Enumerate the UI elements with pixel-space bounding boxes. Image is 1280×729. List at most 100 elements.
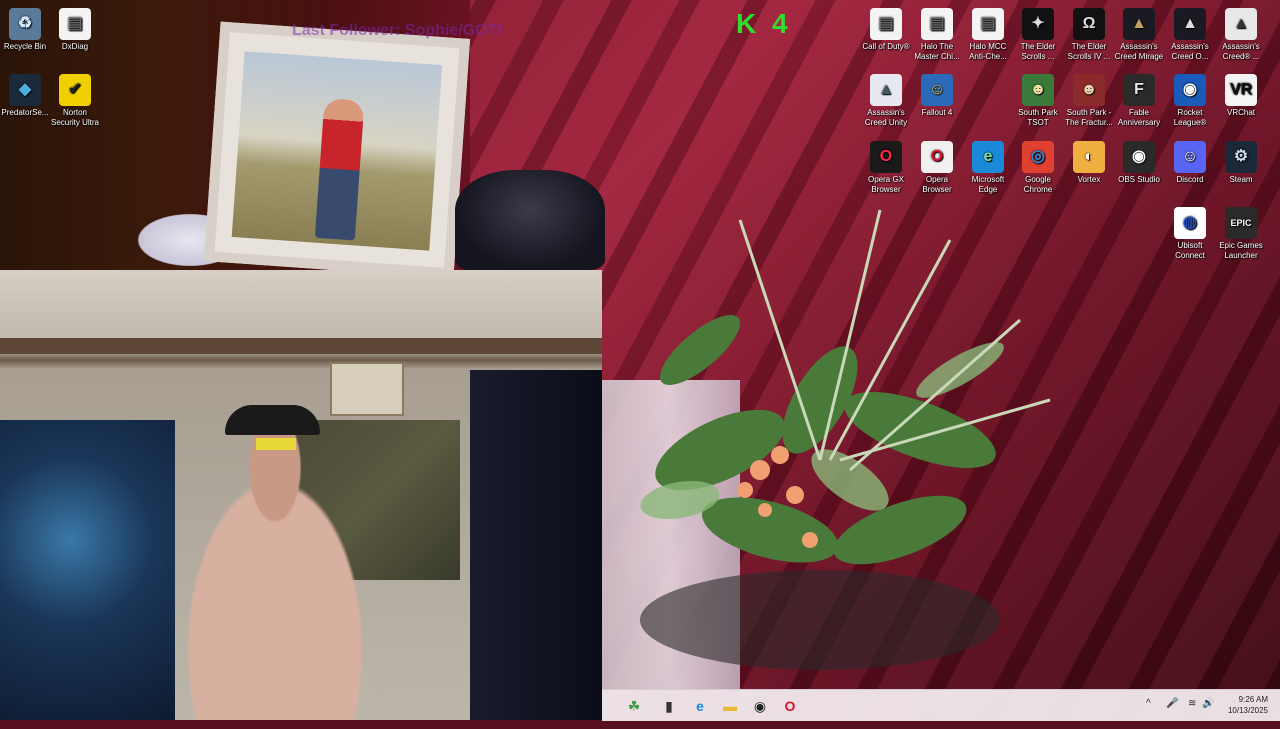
taskbar: ☘ ▮ e ▬ ◉ O ^ 🎤 ≋ 🔊 9:26 AM 10/13/2025	[602, 689, 1280, 721]
desktop-icon-vrchat[interactable]: VR VRChat	[1216, 70, 1266, 134]
desktop-icon-ac-odyssey[interactable]: ▲ Assassin's Creed O...	[1165, 4, 1215, 68]
desktop-icon-call-of-duty[interactable]: ▤ Call of Duty®	[861, 4, 911, 68]
steam-icon: ⚙	[1225, 141, 1257, 173]
obs-icon: ◉	[1123, 141, 1155, 173]
network-tray-button[interactable]: ≋	[1188, 698, 1196, 729]
desktop-icon-halo-anticheat[interactable]: ▤ Halo MCC Anti-Che...	[963, 4, 1013, 68]
stream-logo: K 4	[736, 8, 792, 39]
microphone-icon: 🎤	[1166, 698, 1179, 709]
wallpaper-plant	[640, 209, 1051, 670]
vortex-icon: ◐	[1073, 141, 1105, 173]
volume-icon: 🔊	[1202, 698, 1215, 709]
desktop-icon-label: Epic Games Launcher	[1219, 241, 1263, 260]
document-icon: ▤	[921, 8, 953, 40]
webcam-tapestry-left	[0, 420, 175, 720]
desktop-icon-vortex[interactable]: ◐ Vortex	[1064, 137, 1114, 201]
desktop-icon-fable[interactable]: F Fable Anniversary	[1114, 70, 1164, 134]
microphone-tray-button[interactable]: 🎤	[1166, 698, 1178, 729]
desktop-icon-south-park-tsot[interactable]: ☻ South Park TSOT	[1013, 70, 1063, 134]
obs-icon: ◉	[753, 698, 767, 714]
show-hidden-icons-button[interactable]: ^	[1146, 698, 1151, 729]
obs-taskbar-button[interactable]: ◉	[748, 694, 772, 718]
opera-taskbar-button[interactable]: O	[778, 694, 802, 718]
desktop-icon-steam[interactable]: ⚙ Steam	[1216, 137, 1266, 201]
chevron-up-icon: ^	[1146, 698, 1151, 709]
desktop-icon-label: Assassin's Creed Unity	[864, 108, 908, 127]
desktop-icon-ac-unity[interactable]: ▲ Assassin's Creed Unity	[861, 70, 911, 134]
wifi-icon: ≋	[1188, 698, 1197, 709]
desktop-icon-rocket-league[interactable]: ◉ Rocket League®	[1165, 70, 1215, 134]
clock-date: 10/13/2025	[1227, 706, 1268, 715]
desktop-icon-norton[interactable]: ✔ Norton Security Ultra	[50, 70, 100, 134]
stream-follower-overlay: Last Follower: Sophie/GOTI	[292, 22, 502, 39]
desktop-icon-label: Discord	[1176, 175, 1204, 184]
vrchat-icon: VR	[1225, 74, 1257, 106]
desktop-icon-recycle-bin[interactable]: ♻ Recycle Bin	[0, 4, 50, 68]
chrome-icon: ◎	[1022, 141, 1054, 173]
opera-icon: O	[921, 141, 953, 173]
desktop-icon-label: VRChat	[1226, 108, 1255, 117]
desktop-icon-ac-mirage[interactable]: ▲ Assassin's Creed Mirage	[1114, 4, 1164, 68]
desktop-icon-fallout-4[interactable]: ☺ Fallout 4	[912, 70, 962, 134]
desktop-icon-predator-sense[interactable]: ◆ PredatorSe...	[0, 70, 50, 134]
desktop-icon-opera[interactable]: O Opera Browser	[912, 137, 962, 201]
taskbar-clock[interactable]: 9:26 AM 10/13/2025	[1228, 694, 1268, 716]
desktop-icon-obs[interactable]: ◉ OBS Studio	[1114, 137, 1164, 201]
desktop-icon-label: Assassin's Creed Mirage	[1114, 42, 1164, 61]
south-park-icon: ☻	[1022, 74, 1054, 106]
edge-taskbar-button[interactable]: e	[688, 694, 712, 718]
desktop-icon-label: Halo MCC Anti-Che...	[969, 42, 1007, 61]
desktop-icon-discord[interactable]: ☺ Discord	[1165, 137, 1215, 201]
desktop-icon-south-park-fractured[interactable]: ☻ South Park - The Fractur...	[1064, 70, 1114, 134]
desktop-icon-elder-scrolls[interactable]: ✦ The Elder Scrolls ...	[1013, 4, 1063, 68]
file-explorer-button[interactable]: ▬	[718, 694, 742, 718]
desktop-icon-label: Opera GX Browser	[867, 175, 904, 194]
desktop-icon-elder-scrolls-iv[interactable]: Ω The Elder Scrolls IV ...	[1064, 4, 1114, 68]
widgets-button[interactable]: ☘	[622, 694, 646, 718]
assassins-creed-icon: ▲	[1174, 8, 1206, 40]
recycle-bin-icon: ♻	[9, 8, 41, 40]
desktop-icon-label: Steam	[1229, 175, 1253, 184]
desktop-icon-dxdiag[interactable]: ▤ DxDiag	[50, 4, 100, 68]
opera-icon: O	[784, 698, 796, 714]
epic-games-icon: EPIC	[1225, 207, 1257, 239]
document-icon: ▤	[972, 8, 1004, 40]
webcam-doorway	[470, 370, 602, 720]
desktop-icon-label: Recycle Bin	[3, 42, 47, 51]
desktop-icon-label: Google Chrome	[1023, 175, 1053, 194]
desktop-icon-label: The Elder Scrolls ...	[1020, 42, 1056, 61]
webcam-ceiling	[0, 270, 602, 340]
desktop-icon-label: Opera Browser	[922, 175, 952, 194]
desktop-icon-opera-gx[interactable]: O Opera GX Browser	[861, 137, 911, 201]
elder-scrolls-icon: Ω	[1073, 8, 1105, 40]
edge-icon: e	[696, 698, 704, 714]
desktop-icon-chrome[interactable]: ◎ Google Chrome	[1013, 137, 1063, 201]
wallpaper-urn	[455, 170, 605, 270]
wallpaper-picture-frame	[203, 21, 471, 279]
desktop-icon-halo-mcc[interactable]: ▤ Halo The Master Chi...	[912, 4, 962, 68]
norton-icon: ✔	[59, 74, 91, 106]
clock-time: 9:26 AM	[1238, 695, 1268, 704]
document-icon: ▤	[870, 8, 902, 40]
volume-tray-button[interactable]: 🔊	[1202, 698, 1214, 729]
fallout-icon: ☺	[921, 74, 953, 106]
desktop-icon-epic-games[interactable]: EPIC Epic Games Launcher	[1216, 203, 1266, 267]
desktop-icon-label: Assassin's Creed O...	[1171, 42, 1209, 61]
desktop-icon-label: Norton Security Ultra	[50, 108, 99, 127]
desktop-icon-label: Rocket League®	[1173, 108, 1207, 127]
task-view-button[interactable]: ▮	[657, 694, 681, 718]
edge-icon: e	[972, 141, 1004, 173]
predator-sense-icon: ◆	[9, 74, 41, 106]
desktop-icon-ubisoft-connect[interactable]: ◍ Ubisoft Connect	[1165, 203, 1215, 267]
folder-icon: ▬	[723, 698, 737, 714]
webcam-person	[150, 410, 400, 720]
desktop-icon-label: Fable Anniversary	[1117, 108, 1161, 127]
assassins-creed-icon: ▲	[870, 74, 902, 106]
desktop-icon-edge[interactable]: e Microsoft Edge	[963, 137, 1013, 201]
webcam-beam	[0, 338, 602, 354]
desktop-icon-label: South Park TSOT	[1018, 108, 1058, 127]
desktop-icon-ac-other[interactable]: ▲ Assassin's Creed® ...	[1216, 4, 1266, 68]
desktop-icon-label: Ubisoft Connect	[1175, 241, 1205, 260]
desktop-icon-label: Vortex	[1077, 175, 1101, 184]
desktop-icon-label: Halo The Master Chi...	[914, 42, 960, 61]
